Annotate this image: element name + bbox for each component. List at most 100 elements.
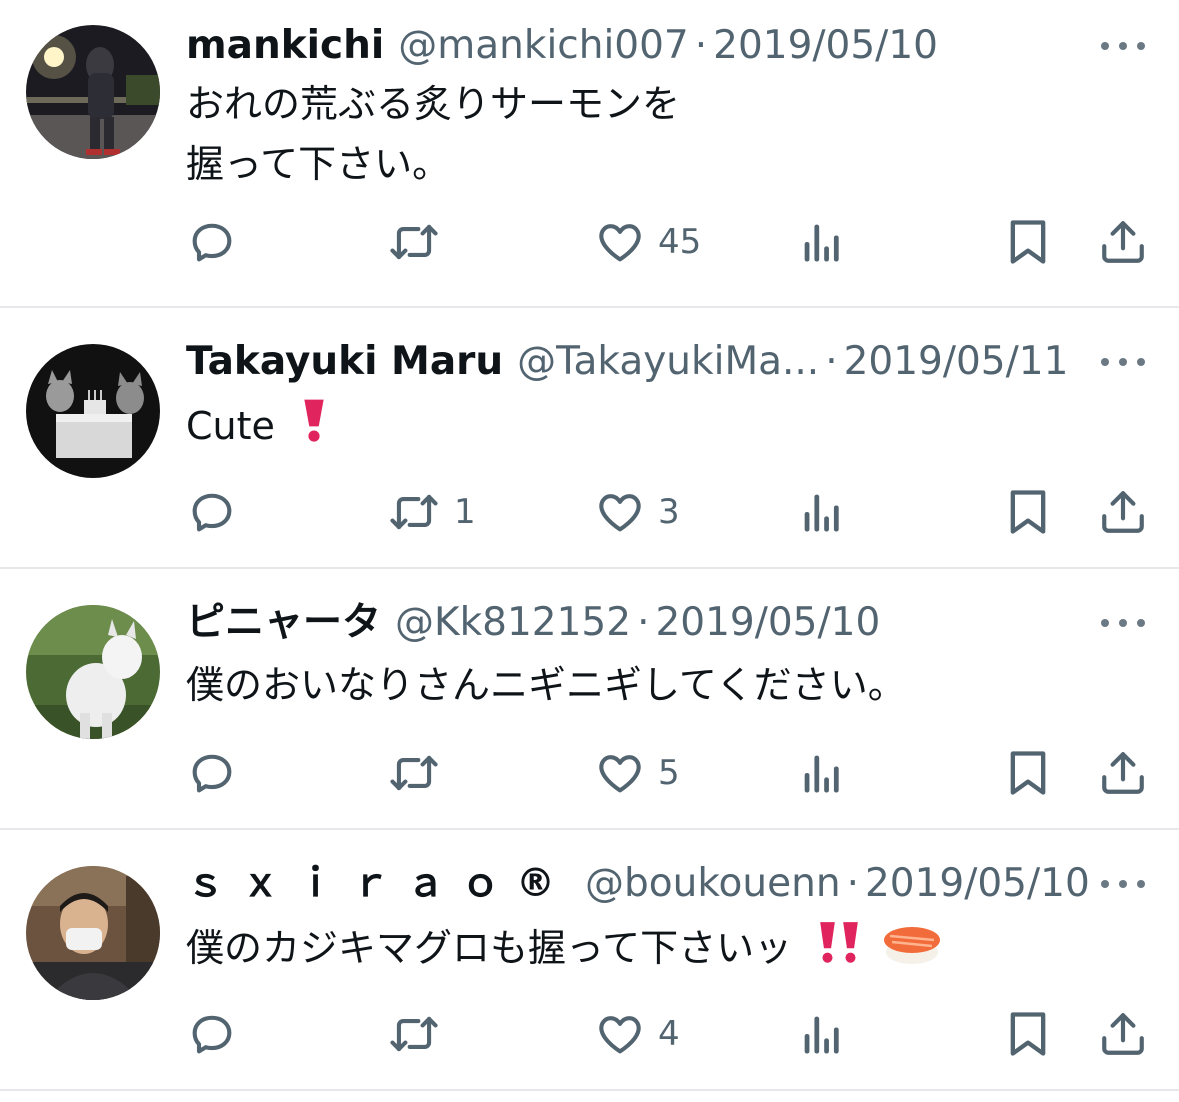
reply-button[interactable] xyxy=(186,482,250,542)
share-upload-icon xyxy=(1102,1013,1144,1055)
display-name[interactable]: mankichi xyxy=(186,18,384,74)
separator-dot: · xyxy=(825,339,838,384)
retweet-count: 1 xyxy=(454,492,476,532)
reply-button[interactable] xyxy=(186,212,250,272)
tweet-text: Cute xyxy=(186,394,329,463)
user-handle[interactable]: @mankichi007 xyxy=(398,18,688,74)
action-bar: 4 xyxy=(0,1004,1179,1064)
more-dots-icon[interactable] xyxy=(1101,36,1145,56)
tweet-text-line: Cute xyxy=(186,404,275,448)
action-bar: 5 xyxy=(0,743,1179,803)
avatar-image xyxy=(26,605,160,739)
user-handle[interactable]: @Kk812152 xyxy=(395,595,631,651)
retweet-button[interactable]: 1 xyxy=(386,482,476,542)
bookmark-button[interactable] xyxy=(1004,482,1052,542)
tweet-header: ｓｘｉｒａｏ® @boukouenn · 2019/05/10 xyxy=(186,856,1090,912)
retweet-icon xyxy=(390,494,438,530)
more-dots-icon[interactable] xyxy=(1101,613,1145,633)
like-button[interactable]: 45 xyxy=(594,212,701,272)
retweet-icon xyxy=(390,1016,438,1052)
share-button[interactable] xyxy=(1098,482,1148,542)
tweet-text-line: 僕のカジキマグロも握って下さいッ xyxy=(186,926,793,970)
share-button[interactable] xyxy=(1098,1004,1148,1064)
share-button[interactable] xyxy=(1098,743,1148,803)
separator-dot: · xyxy=(694,23,708,68)
avatar-image xyxy=(26,344,160,478)
heart-icon xyxy=(599,224,641,262)
retweet-icon xyxy=(390,755,438,791)
reply-button[interactable] xyxy=(186,743,250,803)
tweet-text-line: 握って下さい。 xyxy=(186,142,451,186)
views-button[interactable] xyxy=(800,1004,844,1064)
bar-chart-icon xyxy=(804,755,839,793)
tweet[interactable]: mankichi @mankichi007 · 2019/05/10 おれの荒ぶ… xyxy=(0,0,1179,308)
speech-bubble-icon xyxy=(192,1015,232,1054)
action-bar: 45 xyxy=(0,212,1179,272)
display-name[interactable]: Takayuki Maru xyxy=(186,334,503,390)
like-button[interactable]: 5 xyxy=(594,743,680,803)
speech-bubble-icon xyxy=(192,223,232,262)
views-button[interactable] xyxy=(800,482,844,542)
speech-bubble-icon xyxy=(192,493,232,532)
bar-chart-icon xyxy=(804,494,839,532)
separator-dot: · xyxy=(637,600,650,645)
tweet-date[interactable]: 2019/05/10 xyxy=(713,18,938,74)
like-count: 4 xyxy=(658,1014,680,1054)
display-name[interactable]: ｓｘｉｒａｏ® xyxy=(186,856,571,912)
bookmark-icon xyxy=(1010,490,1046,534)
tweet-feed: mankichi @mankichi007 · 2019/05/10 おれの荒ぶ… xyxy=(0,0,1179,1102)
share-upload-icon xyxy=(1102,221,1144,263)
bookmark-icon xyxy=(1010,1012,1046,1056)
avatar[interactable] xyxy=(26,25,160,159)
avatar[interactable] xyxy=(26,866,160,1000)
reply-button[interactable] xyxy=(186,1004,250,1064)
views-button[interactable] xyxy=(800,743,844,803)
tweet-text: 僕のおいなりさんニギニギしてください。 xyxy=(186,655,906,715)
double-exclamation-emoji-icon xyxy=(816,916,862,985)
more-dots-icon[interactable] xyxy=(1101,352,1145,372)
tweet-date[interactable]: 2019/05/10 xyxy=(655,595,880,651)
tweet[interactable]: Takayuki Maru @TakayukiMa... · 2019/05/1… xyxy=(0,308,1179,569)
views-button[interactable] xyxy=(800,212,844,272)
avatar[interactable] xyxy=(26,605,160,739)
tweet-date[interactable]: 2019/05/11 xyxy=(844,334,1069,390)
retweet-button[interactable] xyxy=(386,743,454,803)
separator-dot: · xyxy=(846,861,859,906)
bookmark-button[interactable] xyxy=(1004,212,1052,272)
sushi-emoji-icon xyxy=(880,916,944,985)
retweet-button[interactable] xyxy=(386,212,454,272)
tweet[interactable]: ピニャータ @Kk812152 · 2019/05/10 僕のおいなりさんニギニ… xyxy=(0,569,1179,830)
like-count: 45 xyxy=(658,222,702,262)
speech-bubble-icon xyxy=(192,754,232,793)
like-button[interactable]: 3 xyxy=(594,482,680,542)
bookmark-icon xyxy=(1010,220,1046,264)
avatar-image xyxy=(26,25,160,159)
like-button[interactable]: 4 xyxy=(594,1004,680,1064)
heart-icon xyxy=(599,1016,641,1054)
bar-chart-icon xyxy=(804,1016,839,1054)
tweet-text-line: おれの荒ぶる炙りサーモンを xyxy=(186,82,681,126)
tweet-header: mankichi @mankichi007 · 2019/05/10 xyxy=(186,18,938,74)
bookmark-button[interactable] xyxy=(1004,1004,1052,1064)
tweet-header: ピニャータ @Kk812152 · 2019/05/10 xyxy=(186,595,880,651)
bookmark-icon xyxy=(1010,751,1046,795)
share-upload-icon xyxy=(1102,491,1144,533)
tweet[interactable]: ｓｘｉｒａｏ® @boukouenn · 2019/05/10 僕のカジキマグロ… xyxy=(0,830,1179,1091)
retweet-icon xyxy=(390,224,438,260)
share-button[interactable] xyxy=(1098,212,1148,272)
like-count: 3 xyxy=(658,492,680,532)
heart-icon xyxy=(599,494,641,532)
retweet-button[interactable] xyxy=(386,1004,454,1064)
user-handle[interactable]: @TakayukiMa... xyxy=(517,334,819,390)
avatar[interactable] xyxy=(26,344,160,478)
display-name[interactable]: ピニャータ xyxy=(186,595,381,651)
action-bar: 1 3 xyxy=(0,482,1179,542)
share-upload-icon xyxy=(1102,752,1144,794)
like-count: 5 xyxy=(658,753,680,793)
avatar-image xyxy=(26,866,160,1000)
tweet-text: 僕のカジキマグロも握って下さいッ xyxy=(186,916,944,985)
more-dots-icon[interactable] xyxy=(1101,874,1145,894)
user-handle[interactable]: @boukouenn xyxy=(585,856,841,912)
bookmark-button[interactable] xyxy=(1004,743,1052,803)
tweet-date[interactable]: 2019/05/10 xyxy=(865,856,1090,912)
